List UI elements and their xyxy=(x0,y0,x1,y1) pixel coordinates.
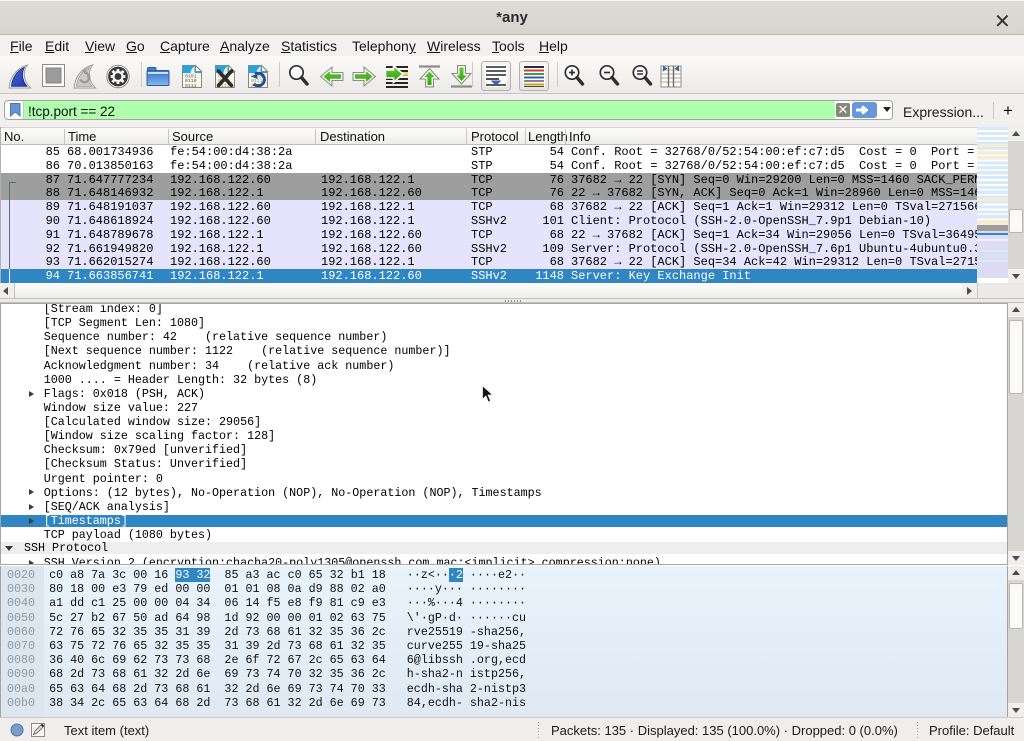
svg-text:0111: 0111 xyxy=(185,83,197,89)
